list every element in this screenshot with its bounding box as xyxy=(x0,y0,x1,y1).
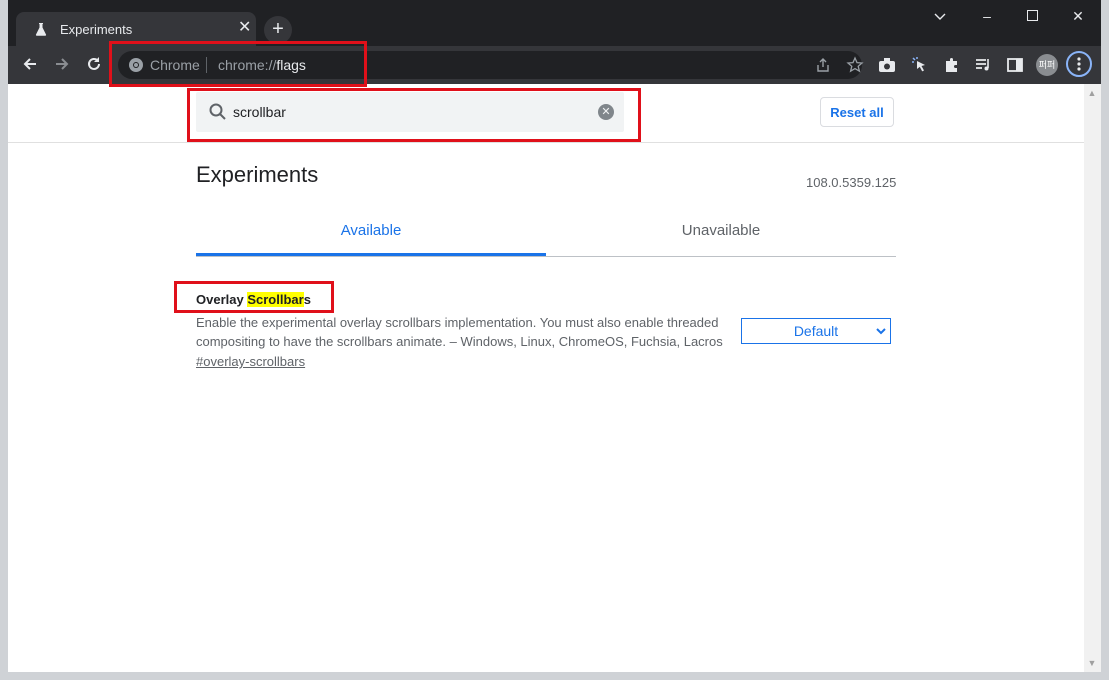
tab-close-icon[interactable]: ✕ xyxy=(238,20,251,36)
flags-search-box[interactable]: scrollbar ✕ xyxy=(196,92,624,132)
search-icon xyxy=(209,103,226,120)
minimize-button[interactable]: – xyxy=(977,6,997,26)
browser-tab[interactable]: Experiments ✕ xyxy=(16,12,256,46)
page-scrollbar[interactable]: ▲ ▼ xyxy=(1084,84,1101,672)
scroll-down-arrow-icon[interactable]: ▼ xyxy=(1087,658,1097,668)
chrome-menu-button[interactable] xyxy=(1066,51,1092,77)
chevron-down-icon xyxy=(876,328,886,335)
omnibox-url[interactable]: chrome://flags xyxy=(218,57,306,73)
experiment-title: Overlay Scrollbars xyxy=(196,292,311,307)
back-arrow-icon[interactable] xyxy=(20,55,40,75)
cursor-click-icon[interactable] xyxy=(911,56,929,74)
share-icon[interactable] xyxy=(815,57,831,73)
experiment-state-select[interactable]: Default xyxy=(741,318,891,344)
title-bar: Experiments ✕ + – ✕ xyxy=(8,0,1101,46)
browser-window: Experiments ✕ + – ✕ Chrome chrome://flag… xyxy=(8,0,1101,672)
profile-avatar[interactable]: 퍼퍼 xyxy=(1036,54,1058,76)
puzzle-icon[interactable] xyxy=(943,56,961,74)
experiment-permalink[interactable]: #overlay-scrollbars xyxy=(196,354,305,369)
flask-icon xyxy=(35,23,47,36)
address-bar[interactable]: Chrome chrome://flags xyxy=(118,51,864,79)
flags-tabs: Available Unavailable xyxy=(196,212,896,257)
flags-header: scrollbar ✕ Reset all xyxy=(8,84,1084,143)
search-highlight: Scrollbar xyxy=(247,292,304,307)
tab-unavailable[interactable]: Unavailable xyxy=(546,222,896,239)
toolbar: Chrome chrome://flags 퍼퍼 xyxy=(8,46,1101,84)
omnibox-divider xyxy=(206,57,207,73)
url-prefix: chrome:// xyxy=(218,57,277,73)
title-prefix: Overlay xyxy=(196,292,248,307)
chrome-logo-icon xyxy=(129,58,143,72)
maximize-button[interactable] xyxy=(1022,6,1042,26)
active-tab-indicator xyxy=(196,253,546,256)
clear-icon[interactable]: ✕ xyxy=(598,104,614,120)
tab-search-chevron-icon[interactable] xyxy=(930,6,950,26)
search-input[interactable]: scrollbar xyxy=(233,104,286,120)
tab-available[interactable]: Available xyxy=(196,222,546,239)
version-label: 108.0.5359.125 xyxy=(806,175,897,190)
experiment-description: Enable the experimental overlay scrollba… xyxy=(196,315,723,349)
page-title: Experiments xyxy=(196,162,319,187)
url-path: flags xyxy=(276,57,306,73)
star-icon[interactable] xyxy=(846,56,864,74)
tab-title: Experiments xyxy=(60,22,133,37)
scroll-up-arrow-icon[interactable]: ▲ xyxy=(1087,88,1097,98)
forward-arrow-icon[interactable] xyxy=(52,55,72,75)
close-window-button[interactable]: ✕ xyxy=(1068,6,1088,26)
select-value: Default xyxy=(793,323,839,339)
omnibox-site-label: Chrome xyxy=(150,57,200,73)
camera-icon[interactable] xyxy=(878,57,896,73)
title-suffix: s xyxy=(303,292,311,307)
side-panel-icon[interactable] xyxy=(1006,56,1024,74)
reset-all-button[interactable]: Reset all xyxy=(820,97,894,127)
new-tab-button[interactable]: + xyxy=(264,16,292,44)
media-queue-icon[interactable] xyxy=(974,56,992,74)
reload-icon[interactable] xyxy=(84,55,104,75)
